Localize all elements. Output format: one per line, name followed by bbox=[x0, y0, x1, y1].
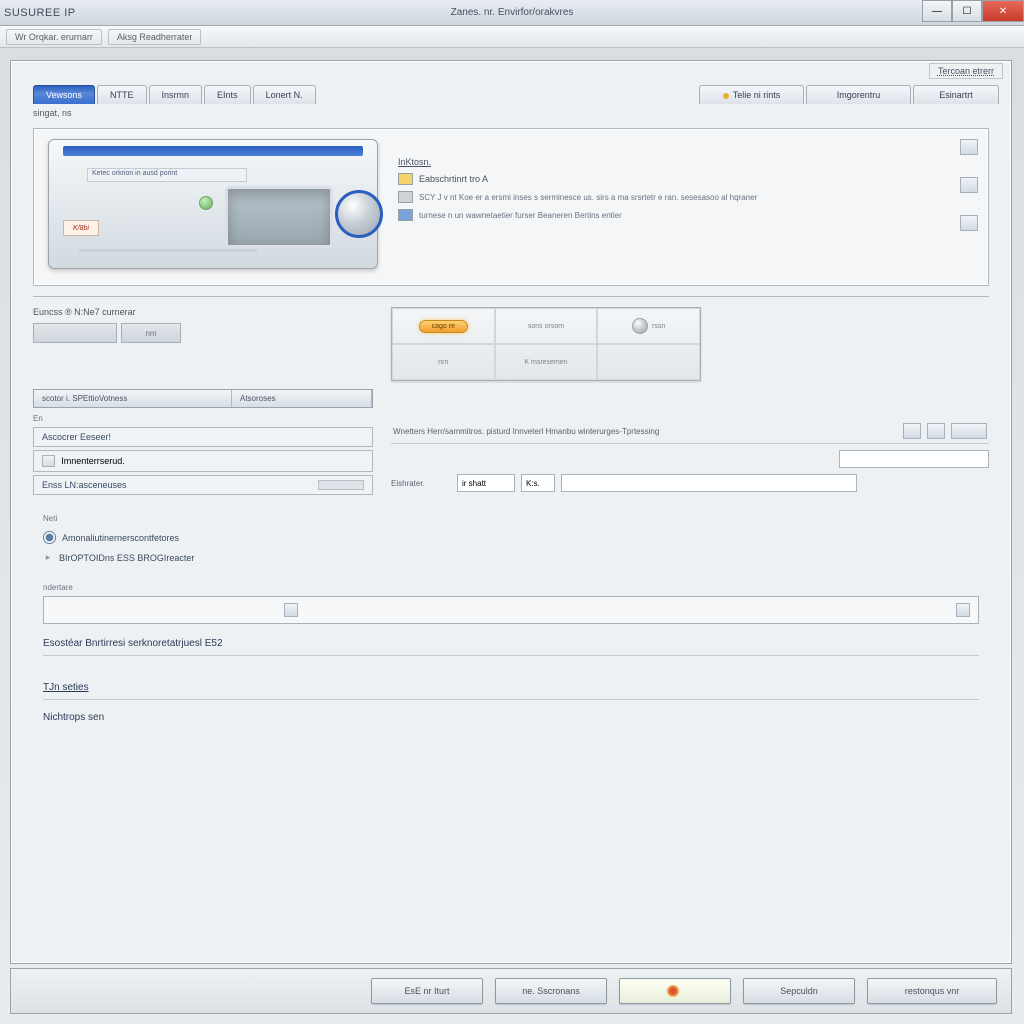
footer-btn-1[interactable]: EsE nr Iturt bbox=[371, 978, 483, 1004]
device-badge: K/8bi bbox=[63, 220, 99, 236]
radio-1[interactable] bbox=[43, 531, 56, 544]
device-label: Ketec orkrion in ausd porint bbox=[87, 168, 247, 182]
cardlet-cell-4[interactable]: nrn bbox=[392, 344, 495, 380]
device-top-stripe bbox=[63, 146, 363, 156]
tab-imgo[interactable]: Imgorentru bbox=[806, 85, 911, 104]
thumbnail-2[interactable] bbox=[960, 177, 978, 193]
list-row-1[interactable]: Ascocrer Eeseer! bbox=[33, 427, 373, 447]
thumbnail-3[interactable] bbox=[960, 215, 978, 231]
tab-tele[interactable]: Telie ni rints bbox=[699, 85, 804, 104]
chevron-right-icon: ▸ bbox=[43, 552, 53, 563]
toolbar-brick-1[interactable] bbox=[33, 323, 117, 343]
cardlet-cell-5[interactable]: K msresemen bbox=[495, 344, 598, 380]
section-3: Nichtrops sen bbox=[43, 710, 979, 729]
desc-line-3: turnese n un wawnetaetier furser Beanere… bbox=[419, 211, 622, 220]
main-panel: Tercoan etrerr Vewsons NTTE Insrmn EInts… bbox=[10, 60, 1012, 964]
long-description-row: Wnetters Herr/sammitros. pisturd Innvete… bbox=[391, 419, 989, 444]
tabstrip: Vewsons NTTE Insrmn EInts Lonert N. Teli… bbox=[11, 79, 1011, 104]
inp2[interactable] bbox=[521, 474, 555, 492]
cardlet-cell-1[interactable]: cago re bbox=[392, 308, 495, 344]
inp1[interactable] bbox=[457, 474, 515, 492]
dial-icon bbox=[632, 318, 648, 334]
spark-icon bbox=[666, 985, 680, 997]
tab-esin[interactable]: Esinartrt bbox=[913, 85, 999, 104]
notes-field[interactable] bbox=[43, 596, 979, 624]
desc-line-2: SCY J v nt Koe er a ersmi inses s sermin… bbox=[419, 193, 757, 202]
tab-versions[interactable]: Vewsons bbox=[33, 85, 95, 104]
device-base-line bbox=[79, 249, 257, 252]
list-row-2[interactable]: Enss LN:asceneuses bbox=[33, 475, 373, 495]
minimize-button[interactable]: — bbox=[922, 0, 952, 22]
swatch-yellow-icon bbox=[398, 173, 413, 185]
notes-attachment-icon[interactable] bbox=[284, 603, 298, 617]
mini-btn-2[interactable] bbox=[927, 423, 945, 439]
row1-input[interactable] bbox=[61, 456, 364, 466]
device-image: Ketec orkrion in ausd porint K/8bi bbox=[48, 139, 378, 269]
col-a[interactable]: scotor i. SPEttioVotness bbox=[34, 390, 232, 407]
thumbnail-1[interactable] bbox=[960, 139, 978, 155]
detail-input-wide[interactable] bbox=[839, 450, 989, 468]
window-titlebar: SUSUREE IP Zanes. nr. Envirfor/orakvres … bbox=[0, 0, 1024, 26]
menu-item-1[interactable]: Wr Orqkar. erurnarr bbox=[6, 29, 102, 45]
swatch-blue-icon bbox=[398, 209, 413, 221]
power-pill[interactable]: cago re bbox=[419, 320, 468, 333]
menu-item-2[interactable]: Aksg Readherrater bbox=[108, 29, 202, 45]
tab-ntte[interactable]: NTTE bbox=[97, 85, 147, 104]
list-caption: En bbox=[33, 414, 373, 423]
cardlet-cell-2[interactable]: sons orsom bbox=[495, 308, 598, 344]
mini-btn-1[interactable] bbox=[903, 423, 921, 439]
inp1-label: Eishrater. bbox=[391, 479, 451, 488]
notes-label: ndertare bbox=[43, 583, 979, 592]
model-link[interactable]: InKtosn. bbox=[398, 157, 431, 167]
swatch-gray-icon bbox=[398, 191, 413, 203]
doc-icon bbox=[42, 455, 55, 467]
app-title-center: Zanes. nr. Envirfor/orakvres bbox=[451, 7, 574, 18]
footer-btn-5[interactable]: restonqus vnr bbox=[867, 978, 997, 1004]
list-header: scotor i. SPEttioVotness Atsoroses bbox=[33, 389, 373, 408]
footer-bar: EsE nr Iturt ne. Sscronans Sepculdn rest… bbox=[10, 968, 1012, 1014]
maximize-button[interactable]: ☐ bbox=[952, 0, 982, 22]
notes-action-icon[interactable] bbox=[956, 603, 970, 617]
mini-btn-3[interactable] bbox=[951, 423, 987, 439]
tab-eints[interactable]: EInts bbox=[204, 85, 251, 104]
footer-btn-3[interactable] bbox=[619, 978, 731, 1004]
row2-value bbox=[318, 480, 364, 490]
app-title-left: SUSUREE IP bbox=[4, 7, 76, 19]
col-b[interactable]: Atsoroses bbox=[232, 390, 372, 407]
tab-insrmn[interactable]: Insrmn bbox=[149, 85, 203, 104]
device-screen bbox=[225, 186, 333, 248]
cardlet-cell-6[interactable] bbox=[597, 344, 700, 380]
inp3[interactable] bbox=[561, 474, 857, 492]
desc-line-1: Eabschrtinrt tro A bbox=[419, 174, 488, 184]
device-hero: Ketec orkrion in ausd porint K/8bi InKto… bbox=[33, 128, 989, 286]
footer-btn-4[interactable]: Sepculdn bbox=[743, 978, 855, 1004]
menubar: Wr Orqkar. erurnarr Aksg Readherrater bbox=[0, 26, 1024, 48]
toolbar-brick-2[interactable]: nm bbox=[121, 323, 181, 343]
tab-subheader: singat, ns bbox=[11, 104, 1011, 122]
section-2[interactable]: TJn seties bbox=[43, 680, 979, 700]
list-row-1-sub[interactable] bbox=[33, 450, 373, 472]
tab-lonert[interactable]: Lonert N. bbox=[253, 85, 316, 104]
radio-opt-2[interactable]: ▸ BIrOPTOIDns ESS BROGIreacter bbox=[43, 548, 979, 567]
radio-caption: Neti bbox=[43, 514, 979, 523]
control-cardlet: cago re sons orsom rssn nrn K msresemen bbox=[391, 307, 701, 381]
radio-opt-1[interactable]: Amonaliutinernerscontfetores bbox=[43, 527, 979, 548]
cardlet-cell-3[interactable]: rssn bbox=[597, 308, 700, 344]
section-1: Esostéar Bnrtirresi serknoretatrjuesl E5… bbox=[43, 636, 979, 656]
footer-btn-2[interactable]: ne. Sscronans bbox=[495, 978, 607, 1004]
device-knob bbox=[335, 190, 383, 238]
close-button[interactable]: ✕ bbox=[982, 0, 1024, 22]
device-led-icon bbox=[199, 196, 213, 210]
section-label: Euncss ® N:Ne7 curnerar bbox=[33, 307, 373, 317]
helper-link[interactable]: Tercoan etrerr bbox=[929, 63, 1003, 79]
